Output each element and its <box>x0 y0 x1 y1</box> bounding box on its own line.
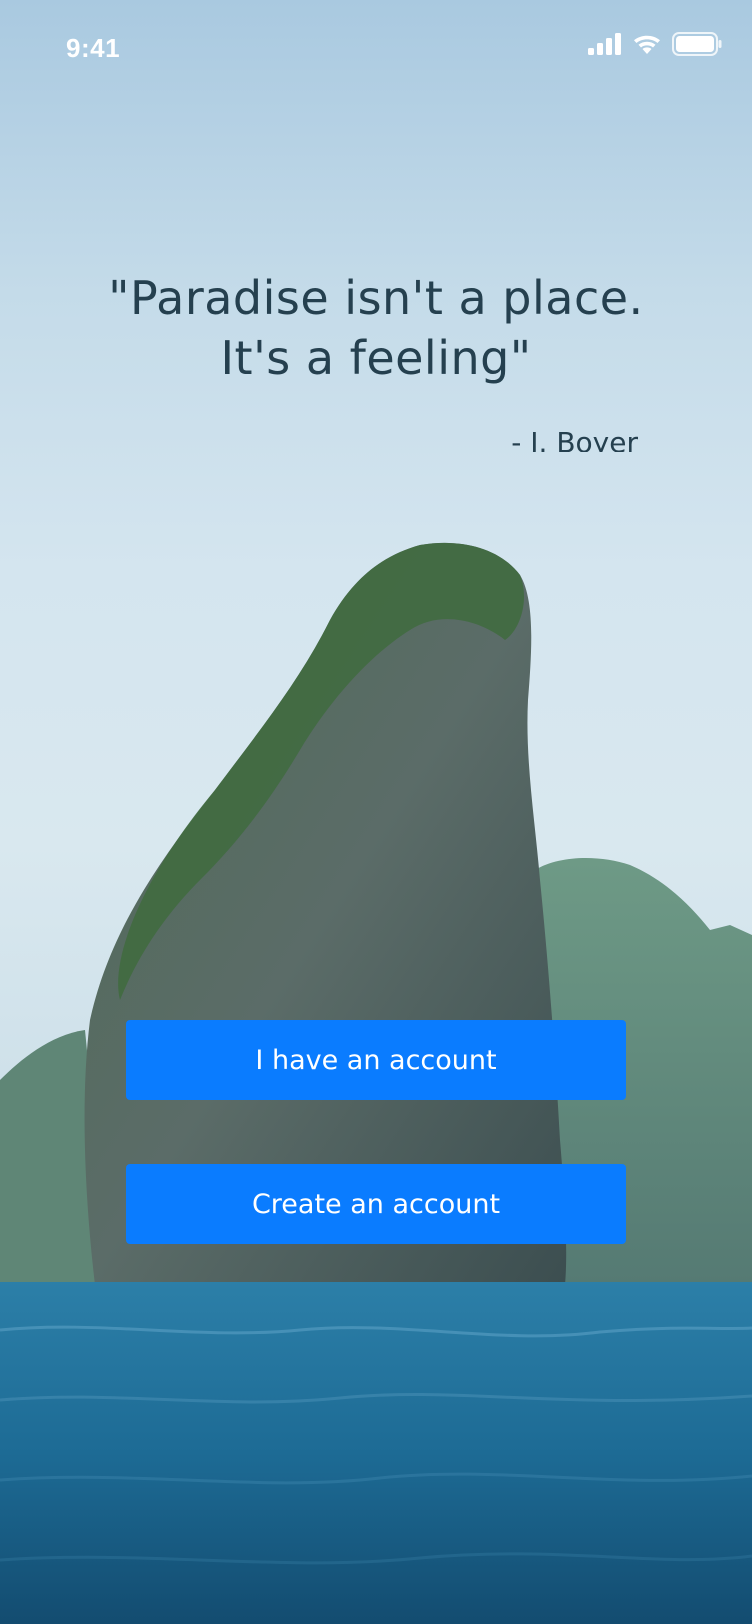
welcome-screen: 9:41 "Paradise isn't a place. It's a fee… <box>0 0 752 1624</box>
quote-line-1: "Paradise isn't a place. <box>108 271 644 325</box>
create-account-button[interactable]: Create an account <box>126 1164 626 1244</box>
status-time: 9:41 <box>66 33 121 63</box>
quote-line-2: It's a feeling" <box>220 331 532 385</box>
status-bar: 9:41 <box>0 0 752 100</box>
wifi-icon <box>632 33 662 60</box>
background-photo <box>0 542 752 1624</box>
quote-author: - J. Boyer <box>511 426 638 452</box>
battery-icon <box>672 31 722 61</box>
cellular-signal-icon <box>588 32 622 60</box>
status-icons <box>588 31 722 61</box>
login-button[interactable]: I have an account <box>126 1020 626 1100</box>
quote-text: "Paradise isn't a place. It's a feeling" <box>0 268 752 388</box>
